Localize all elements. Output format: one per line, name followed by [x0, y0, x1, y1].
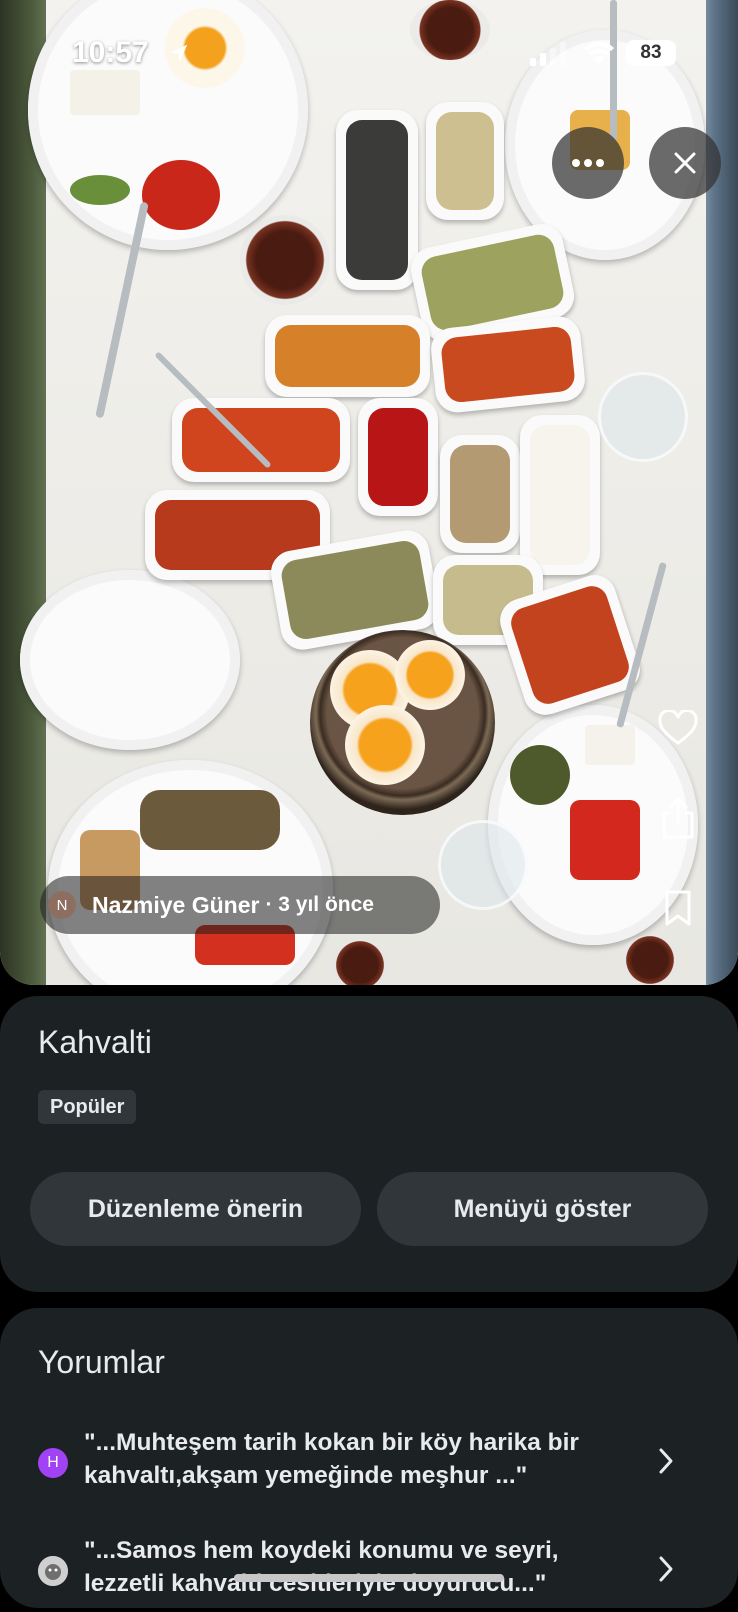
- dish-title: Kahvalti: [38, 1024, 152, 1060]
- photo-dish: [426, 102, 504, 220]
- photo-author[interactable]: N Nazmiye Güner · 3 yıl önce: [40, 876, 440, 934]
- photo-dish: [440, 435, 520, 553]
- review-item[interactable]: H "...Muhteşem tarih kokan bir köy harik…: [0, 1424, 738, 1504]
- photo-glass: [438, 820, 528, 910]
- save-button[interactable]: [654, 884, 702, 932]
- close-button[interactable]: [649, 127, 721, 199]
- post-time: · 3 yıl önce: [265, 893, 374, 916]
- photo-cheese: [70, 70, 140, 115]
- photo-dish: [336, 110, 418, 290]
- photo-dish: [172, 398, 350, 482]
- popular-badge: Popüler: [38, 1090, 137, 1124]
- photo-tomato: [142, 160, 220, 230]
- share-icon: [662, 797, 694, 839]
- photo-egg: [345, 705, 425, 785]
- photo-dish: [428, 314, 588, 415]
- avatar: N: [48, 891, 76, 919]
- review-item[interactable]: "...Samos hem koydeki konumu ve seyri, l…: [0, 1532, 738, 1612]
- dish-info-card: Kahvalti Popüler Düzenleme önerin Menüyü…: [0, 996, 738, 1292]
- dog-avatar-icon: [38, 1556, 68, 1586]
- photo-cucumber: [70, 175, 130, 205]
- dish-photo[interactable]: [0, 0, 738, 985]
- more-options-button[interactable]: [552, 127, 624, 199]
- photo-cheese: [585, 725, 635, 765]
- reviews-title: Yorumlar: [38, 1344, 165, 1380]
- author-name: Nazmiye Güner: [92, 891, 260, 918]
- chevron-right-icon: [659, 1448, 673, 1474]
- show-menu-button[interactable]: Menüyü göster: [377, 1172, 708, 1246]
- suggest-edit-button[interactable]: Düzenleme önerin: [30, 1172, 361, 1246]
- wifi-icon: [584, 41, 614, 64]
- photo-tea-glass: [330, 940, 390, 985]
- close-icon: [674, 152, 696, 174]
- photo-tea-glass: [240, 215, 330, 305]
- heart-icon: [658, 710, 698, 745]
- review-snippet: "...Muhteşem tarih kokan bir köy harika …: [84, 1429, 579, 1489]
- reviews-card: Yorumlar H "...Muhteşem tarih kokan bir …: [0, 1308, 738, 1608]
- status-bar: 10:57 83: [0, 36, 738, 76]
- home-indicator: [234, 1574, 504, 1582]
- photo-dish: [265, 315, 430, 397]
- photo-glass: [598, 372, 688, 462]
- review-snippet: "...Samos hem koydeki konumu ve seyri, l…: [84, 1537, 559, 1597]
- chevron-right-icon: [659, 1556, 673, 1582]
- photo-tomato: [570, 800, 640, 880]
- battery-indicator: 83: [626, 40, 676, 66]
- bookmark-icon: [665, 890, 691, 926]
- photo-plate: [20, 570, 240, 750]
- avatar: H: [38, 1448, 68, 1478]
- like-button[interactable]: [654, 704, 702, 752]
- cellular-signal-icon: [530, 42, 566, 66]
- more-horizontal-icon: [572, 159, 604, 167]
- location-arrow-icon: [170, 44, 188, 62]
- photo-dish: [358, 398, 438, 516]
- share-button[interactable]: [654, 794, 702, 842]
- photo-tea-glass: [620, 935, 680, 985]
- photo-dish: [520, 415, 600, 575]
- photo-egg: [395, 640, 465, 710]
- photo-olives: [140, 790, 280, 850]
- status-time: 10:57: [72, 36, 149, 69]
- avatar: [38, 1556, 68, 1586]
- photo-olives: [510, 745, 570, 805]
